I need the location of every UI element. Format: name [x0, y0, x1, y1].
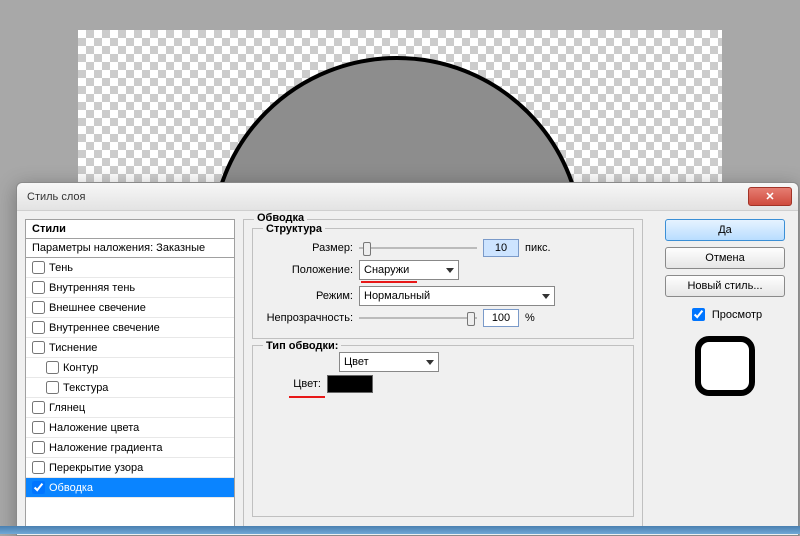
stroke-fieldset: Обводка Структура Размер: пикс. Положени — [243, 219, 643, 532]
style-item-label: Контур — [63, 362, 98, 374]
position-dropdown[interactable]: Снаружи — [359, 260, 459, 280]
style-item-label: Текстура — [63, 382, 108, 394]
annotation-underline — [361, 281, 417, 283]
style-item-label: Внешнее свечение — [49, 302, 146, 314]
style-item-outer-glow[interactable]: Внешнее свечение — [26, 298, 234, 318]
styles-list-panel: Стили Параметры наложения: Заказные Тень… — [25, 219, 235, 527]
mode-row: Режим: Нормальный — [261, 286, 625, 306]
filltype-row: Цвет — [257, 352, 625, 372]
slider-track — [359, 317, 477, 319]
position-row: Положение: Снаружи — [261, 260, 625, 280]
color-label: Цвет: — [261, 378, 321, 390]
chevron-down-icon — [446, 268, 454, 273]
style-item-label: Внутренняя тень — [49, 282, 135, 294]
filltype-dropdown[interactable]: Цвет — [339, 352, 439, 372]
filltype-fieldset: Тип обводки: Цвет Цвет: — [252, 345, 634, 517]
style-checkbox[interactable] — [32, 261, 45, 274]
style-checkbox[interactable] — [46, 361, 59, 374]
opacity-slider[interactable] — [359, 310, 477, 326]
blend-options-row[interactable]: Параметры наложения: Заказные — [26, 239, 234, 258]
color-swatch[interactable] — [327, 375, 373, 393]
dialog-buttons-panel: Да Отмена Новый стиль... Просмотр — [660, 219, 790, 396]
button-label: Отмена — [705, 252, 744, 264]
layer-style-dialog: Стиль слоя ✕ Стили Параметры наложения: … — [16, 182, 799, 536]
opacity-input[interactable] — [483, 309, 519, 327]
style-item-pattern-overlay[interactable]: Перекрытие узора — [26, 458, 234, 478]
size-row: Размер: пикс. — [261, 239, 625, 257]
style-item-label: Внутреннее свечение — [49, 322, 160, 334]
style-checkbox[interactable] — [32, 441, 45, 454]
structure-title: Структура — [263, 223, 325, 235]
preview-checkbox[interactable] — [692, 308, 705, 321]
new-style-button[interactable]: Новый стиль... — [665, 275, 785, 297]
style-item-gradient-overlay[interactable]: Наложение градиента — [26, 438, 234, 458]
size-unit: пикс. — [525, 242, 551, 254]
chevron-down-icon — [426, 360, 434, 365]
style-checkbox[interactable] — [32, 341, 45, 354]
cancel-button[interactable]: Отмена — [665, 247, 785, 269]
style-item-inner-shadow[interactable]: Внутренняя тень — [26, 278, 234, 298]
style-item-texture[interactable]: Текстура — [26, 378, 234, 398]
slider-track — [359, 247, 477, 249]
style-item-label: Обводка — [49, 482, 93, 494]
style-item-drop-shadow[interactable]: Тень — [26, 258, 234, 278]
style-item-contour[interactable]: Контур — [26, 358, 234, 378]
style-item-stroke[interactable]: Обводка — [26, 478, 234, 498]
dialog-title: Стиль слоя — [27, 191, 85, 203]
slider-thumb[interactable] — [363, 242, 371, 256]
style-item-label: Наложение градиента — [49, 442, 163, 454]
style-item-label: Наложение цвета — [49, 422, 139, 434]
styles-header[interactable]: Стили — [26, 220, 234, 239]
button-label: Новый стиль... — [687, 280, 762, 292]
style-checkbox[interactable] — [32, 421, 45, 434]
filltype-value: Цвет — [344, 356, 369, 368]
close-icon: ✕ — [765, 190, 774, 203]
opacity-label: Непрозрачность: — [261, 312, 353, 324]
color-row: Цвет: — [261, 375, 625, 393]
preview-checkbox-row: Просмотр — [688, 305, 762, 324]
button-label: Да — [718, 224, 732, 236]
style-item-label: Тиснение — [49, 342, 97, 354]
style-checkbox[interactable] — [32, 461, 45, 474]
filltype-title: Тип обводки: — [263, 340, 341, 352]
style-item-satin[interactable]: Глянец — [26, 398, 234, 418]
position-label: Положение: — [261, 264, 353, 276]
style-checkbox[interactable] — [32, 321, 45, 334]
preview-swatch — [695, 336, 755, 396]
mode-label: Режим: — [261, 290, 353, 302]
position-value: Снаружи — [364, 264, 409, 276]
ok-button[interactable]: Да — [665, 219, 785, 241]
dialog-body: Стили Параметры наложения: Заказные Тень… — [17, 211, 798, 535]
mode-dropdown[interactable]: Нормальный — [359, 286, 555, 306]
style-item-bevel-emboss[interactable]: Тиснение — [26, 338, 234, 358]
style-item-label: Глянец — [49, 402, 85, 414]
style-item-label: Тень — [49, 262, 73, 274]
chevron-down-icon — [542, 294, 550, 299]
mode-value: Нормальный — [364, 290, 430, 302]
canvas-window — [78, 30, 722, 190]
style-item-inner-glow[interactable]: Внутреннее свечение — [26, 318, 234, 338]
structure-fieldset: Структура Размер: пикс. Положение: — [252, 228, 634, 339]
size-slider[interactable] — [359, 240, 477, 256]
dialog-titlebar[interactable]: Стиль слоя ✕ — [17, 183, 798, 211]
style-checkbox[interactable] — [32, 401, 45, 414]
preview-label: Просмотр — [712, 309, 762, 321]
style-checkbox[interactable] — [32, 481, 45, 494]
opacity-unit: % — [525, 312, 535, 324]
style-item-color-overlay[interactable]: Наложение цвета — [26, 418, 234, 438]
style-checkbox[interactable] — [46, 381, 59, 394]
stroke-settings-panel: Обводка Структура Размер: пикс. Положени — [243, 219, 643, 527]
style-checkbox[interactable] — [32, 301, 45, 314]
size-label: Размер: — [261, 242, 353, 254]
size-input[interactable] — [483, 239, 519, 257]
style-item-label: Перекрытие узора — [49, 462, 143, 474]
opacity-row: Непрозрачность: % — [261, 309, 625, 327]
style-checkbox[interactable] — [32, 281, 45, 294]
taskbar-accent — [0, 526, 800, 534]
close-button[interactable]: ✕ — [748, 187, 792, 206]
slider-thumb[interactable] — [467, 312, 475, 326]
